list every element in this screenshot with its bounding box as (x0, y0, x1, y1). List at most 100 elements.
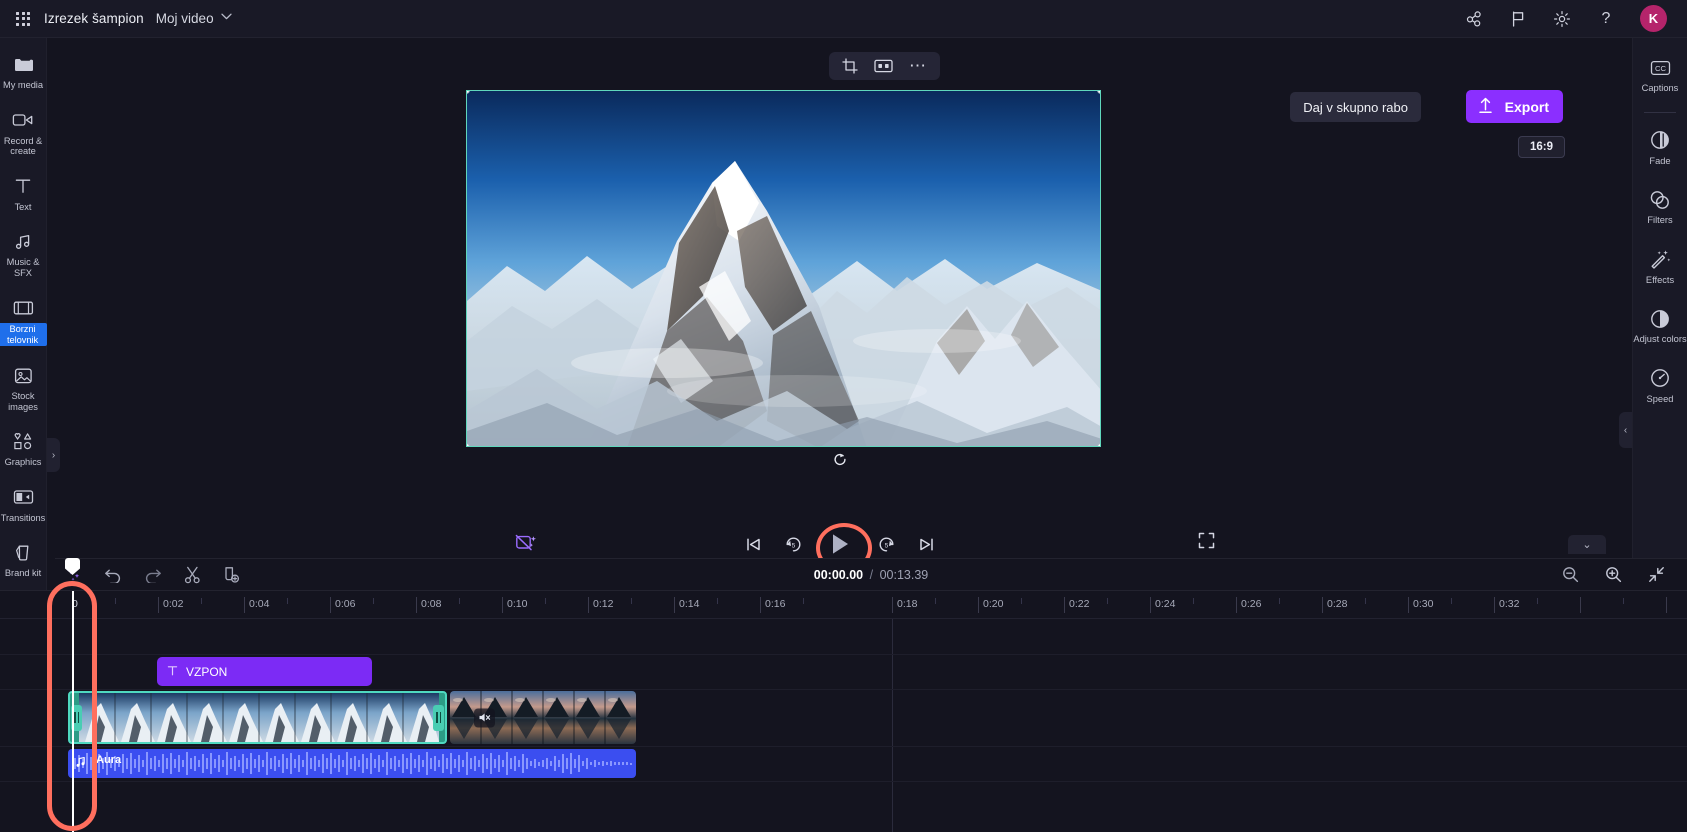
auto-compose-icon[interactable] (513, 531, 539, 557)
sidebar-label: Music & SFX (6, 257, 40, 278)
track-divider (0, 689, 1687, 690)
aspect-ratio-badge[interactable]: 16:9 (1517, 136, 1565, 158)
image-icon (14, 365, 33, 386)
ruler-tick-label: 0:02 (163, 598, 184, 610)
zoom-in-button[interactable] (1605, 566, 1622, 583)
timeline-ruler[interactable]: 0 0:02 0:04 0:06 0:08 0:10 0:12 0:14 0:1… (0, 591, 1687, 619)
share-nodes-icon[interactable] (1464, 9, 1484, 29)
play-button[interactable] (815, 523, 872, 573)
sidebar-item-stock-images[interactable]: Stock images (0, 359, 47, 418)
flag-icon[interactable] (1508, 9, 1528, 29)
fit-timeline-button[interactable] (1648, 566, 1665, 583)
sidebar-item-borzni-telovnik[interactable]: Borzni telovnik (0, 291, 47, 352)
export-button[interactable]: Export (1466, 90, 1563, 123)
app-launcher-button[interactable] (0, 11, 46, 26)
mute-icon[interactable] (474, 708, 495, 727)
crop-icon[interactable] (842, 58, 858, 74)
record-camera-icon (12, 110, 34, 131)
duplicate-button[interactable] (223, 566, 240, 584)
sidebar-item-graphics[interactable]: Graphics (0, 425, 47, 474)
ruler-tick-label: 0:28 (1327, 598, 1348, 610)
text-clip-vzpon[interactable]: VZPON (157, 657, 372, 686)
sidebar-label: Brand kit (4, 568, 42, 578)
music-note-icon (75, 755, 86, 773)
current-time: 00:00.00 (813, 567, 864, 582)
trim-handle-right[interactable] (433, 704, 444, 731)
project-end-line (892, 619, 893, 832)
cc-icon: CC (1650, 57, 1671, 78)
help-icon[interactable]: ? (1596, 9, 1616, 29)
timecode-display: 00:00.00 / 00:13.39 (814, 568, 928, 582)
sidebar-label: Text (14, 201, 32, 212)
ruler-tick-label: 0:12 (593, 598, 614, 610)
right-item-effects[interactable]: Effects (1633, 242, 1687, 293)
audio-clip-label: Aura (96, 754, 122, 766)
sidebar-item-text[interactable]: Text (0, 170, 47, 219)
timeline[interactable]: 0 0:02 0:04 0:06 0:08 0:10 0:12 0:14 0:1… (0, 558, 1687, 832)
sidebar-label: Graphics (4, 457, 42, 467)
forward-5-button[interactable]: 5 (877, 535, 896, 554)
sidebar-expand-button[interactable]: › (47, 438, 60, 472)
sidebar-divider (1644, 111, 1676, 113)
ruler-tick-label: 0:08 (421, 598, 442, 610)
video-clip-lake[interactable] (450, 691, 636, 744)
ruler-tick-label: 0:32 (1499, 598, 1520, 610)
right-item-fade[interactable]: Fade (1633, 123, 1687, 174)
sidebar-item-music-sfx[interactable]: Music & SFX (0, 225, 47, 284)
music-note-icon (13, 231, 33, 252)
right-panel-collapse-button[interactable]: ‹ (1619, 412, 1632, 448)
ruler-tick-label: 0:22 (1069, 598, 1090, 610)
more-options-icon[interactable]: ⋯ (909, 57, 927, 74)
video-preview-canvas[interactable] (466, 90, 1101, 447)
resize-handle-br[interactable] (1097, 443, 1100, 446)
project-subtitle[interactable]: Moj video (156, 11, 214, 26)
rotate-handle-icon[interactable] (832, 452, 847, 467)
shapes-icon (13, 431, 34, 452)
clipchamp-editor: Izrezek šampion Moj video ? K My media R… (0, 0, 1687, 832)
text-t-icon (14, 176, 32, 197)
sidebar-item-record-create[interactable]: Record & create (0, 104, 47, 163)
folder-icon (13, 54, 33, 75)
right-item-label: Captions (1641, 83, 1679, 93)
fade-icon (1650, 130, 1670, 151)
right-sidebar: CC Captions Fade Filters Effects Adjust … (1632, 38, 1687, 558)
skip-to-start-button[interactable] (745, 536, 762, 553)
sidebar-label: Record & create (3, 135, 43, 157)
preview-collapse-button[interactable]: ⌄ (1568, 535, 1606, 554)
top-bar-actions: ? K (1464, 5, 1687, 32)
right-item-filters[interactable]: Filters (1633, 182, 1687, 233)
sidebar-item-my-media[interactable]: My media (0, 48, 47, 97)
adjust-colors-icon (1650, 308, 1670, 329)
ruler-tick-label: 0:24 (1155, 598, 1176, 610)
rewind-5-button[interactable]: 5 (784, 535, 803, 554)
svg-text:5: 5 (791, 542, 795, 549)
right-item-adjust-colors[interactable]: Adjust colors (1633, 301, 1687, 352)
ruler-tick-label: 0:10 (507, 598, 528, 610)
split-scissors-button[interactable] (184, 566, 201, 584)
timeline-tools (55, 566, 240, 584)
video-clip-mountain[interactable] (68, 691, 447, 744)
sidebar-label: Transitions (0, 512, 46, 523)
gear-icon[interactable] (1552, 9, 1572, 29)
svg-text:CC: CC (1655, 64, 1666, 73)
sidebar-item-brand-kit[interactable]: Brand kit (0, 536, 47, 585)
chevron-down-icon[interactable] (220, 12, 232, 23)
zoom-out-button[interactable] (1562, 566, 1579, 583)
right-item-speed[interactable]: Speed (1633, 361, 1687, 412)
audio-clip-aura[interactable]: Aura (68, 749, 636, 778)
share-button[interactable]: Daj v skupno rabo (1290, 92, 1421, 122)
undo-button[interactable] (104, 567, 122, 583)
export-upload-icon (1478, 97, 1493, 117)
fit-fill-icon[interactable] (874, 59, 893, 73)
top-bar: Izrezek šampion Moj video ? K (0, 0, 1687, 38)
right-item-captions[interactable]: CC Captions (1633, 50, 1687, 101)
playhead[interactable] (65, 558, 80, 832)
export-label: Export (1504, 98, 1549, 115)
fullscreen-icon[interactable] (1198, 532, 1215, 554)
track-divider (0, 746, 1687, 747)
sidebar-item-transitions[interactable]: Transitions (0, 481, 47, 530)
skip-to-end-button[interactable] (918, 536, 935, 553)
sidebar-label: Borzni telovnik (0, 323, 47, 346)
redo-button[interactable] (144, 567, 162, 583)
avatar[interactable]: K (1640, 5, 1667, 32)
